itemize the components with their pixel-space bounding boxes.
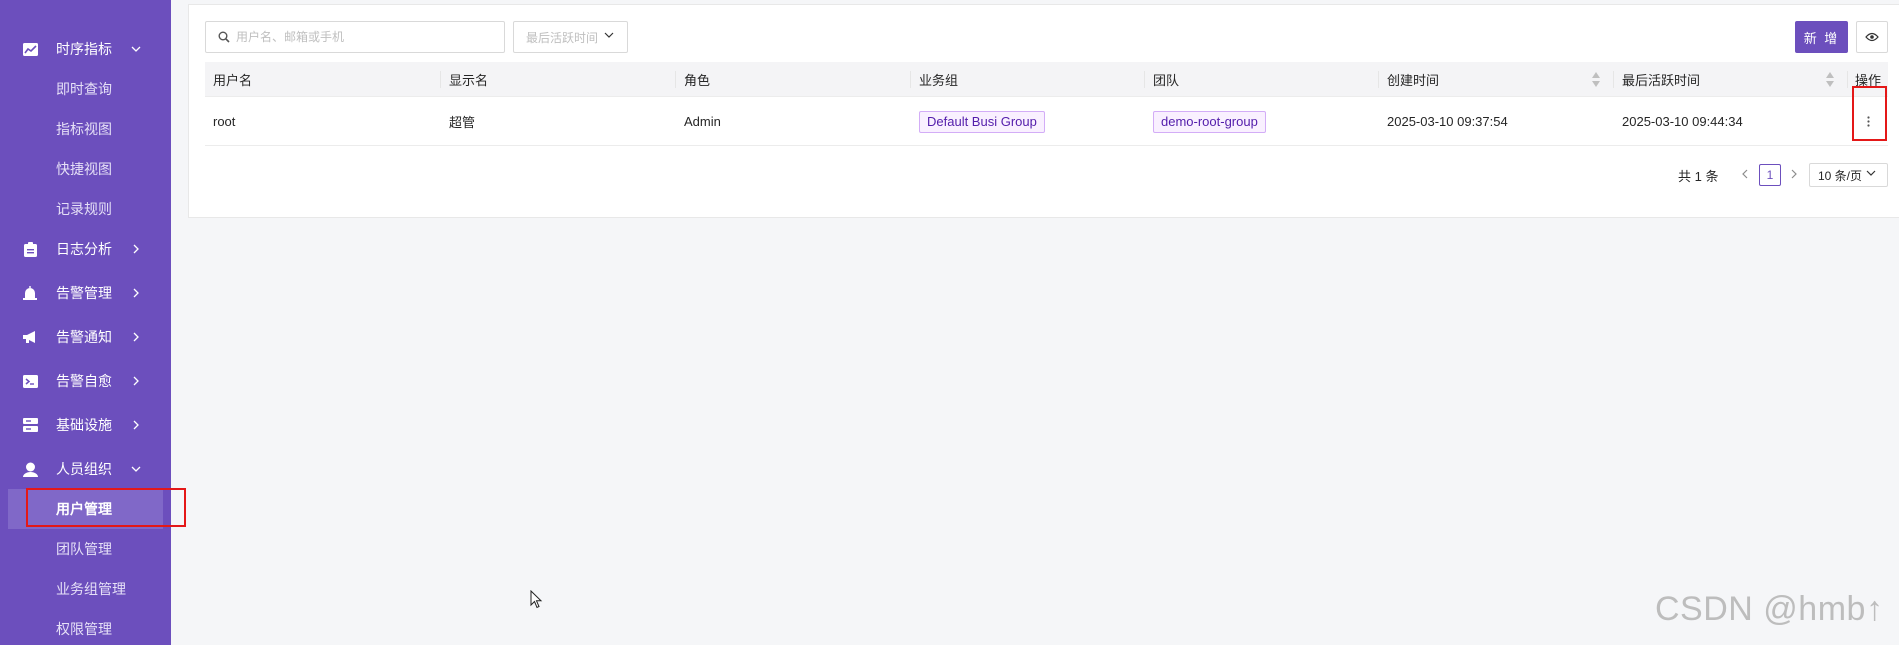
sidebar-subitem-team-management[interactable]: 团队管理 (0, 529, 171, 569)
busi-group-tag: Default Busi Group (919, 110, 1045, 133)
cell-created: 2025-03-10 09:37:54 (1387, 114, 1508, 129)
cell-busi-group: Default Busi Group (911, 97, 1145, 146)
terminal-icon (22, 373, 38, 389)
column-header-last-active[interactable]: 最后活跃时间 (1614, 62, 1848, 97)
column-header-label: 创建时间 (1387, 73, 1440, 88)
alarm-bell-icon (22, 285, 38, 301)
column-header-created[interactable]: 创建时间 (1379, 62, 1614, 97)
sidebar-subitem-quick-view[interactable]: 快捷视图 (0, 149, 171, 189)
column-header-label: 团队 (1153, 73, 1180, 88)
sidebar-subitem-recording-rules[interactable]: 记录规则 (0, 189, 171, 229)
chevron-right-icon (130, 287, 142, 299)
column-header-role: 角色 (676, 62, 911, 97)
column-visibility-button[interactable] (1856, 21, 1888, 53)
sidebar-subitem-metric-view[interactable]: 指标视图 (0, 109, 171, 149)
eye-icon (1865, 32, 1879, 42)
sort-select[interactable]: 最后活跃时间 (513, 21, 628, 53)
sidebar-subitem-label: 快捷视图 (56, 161, 112, 177)
server-icon (22, 417, 38, 433)
pagination-total: 共 1 条 (1678, 169, 1719, 184)
team-tag: demo-root-group (1153, 110, 1266, 133)
column-header-busi-group: 业务组 (911, 62, 1145, 97)
chevron-right-icon (130, 419, 142, 431)
chevron-down-icon (1866, 170, 1876, 180)
cell-display-name: 超管 (449, 115, 476, 130)
cell-username: root (213, 114, 236, 129)
sidebar-item-label: 告警通知 (56, 329, 112, 345)
sidebar-subitem-busi-group-management[interactable]: 业务组管理 (0, 569, 171, 609)
sidebar-subitem-label: 即时查询 (56, 81, 112, 97)
sort-select-value: 最后活跃时间 (526, 30, 599, 45)
sidebar-item-people-org[interactable]: 人员组织 (0, 449, 171, 489)
chevron-down-icon (130, 463, 142, 475)
column-header-label: 用户名 (213, 73, 253, 88)
sidebar-subitem-label: 团队管理 (56, 541, 112, 557)
column-header-username: 用户名 (205, 62, 441, 97)
chart-line-icon (22, 41, 38, 57)
column-header-label: 显示名 (449, 73, 489, 88)
chevron-left-icon (1742, 169, 1748, 179)
watermark: CSDN @hmb↑ (1655, 590, 1884, 628)
megaphone-icon (22, 329, 38, 345)
sort-icon (1826, 72, 1834, 87)
sidebar-item-alert-self-healing[interactable]: 告警自愈 (0, 361, 171, 401)
mouse-cursor-icon (530, 590, 543, 609)
sidebar-item-label: 时序指标 (56, 41, 112, 57)
cell-team: demo-root-group (1145, 97, 1379, 146)
search-icon (218, 31, 230, 43)
add-user-button[interactable]: 新 增 (1795, 21, 1848, 53)
column-header-display-name: 显示名 (441, 62, 676, 97)
page-size-value: 10 条/页 (1818, 168, 1863, 183)
sidebar: 时序指标 即时查询 指标视图 快捷视图 记录规则 日志分析 告警管理 告警通知 … (0, 0, 171, 645)
column-header-label: 最后活跃时间 (1622, 73, 1701, 88)
column-header-label: 角色 (684, 73, 711, 88)
sort-icon (1592, 72, 1600, 87)
search-box[interactable] (205, 21, 505, 53)
sidebar-item-label: 告警自愈 (56, 373, 112, 389)
sidebar-subitem-label: 权限管理 (56, 621, 112, 637)
chevron-down-icon (130, 43, 142, 55)
sidebar-subitem-permission-management[interactable]: 权限管理 (0, 609, 171, 645)
cell-last-active: 2025-03-10 09:44:34 (1622, 114, 1743, 129)
log-file-icon (22, 241, 38, 257)
highlight-box-actions (1852, 86, 1887, 141)
search-input[interactable] (236, 30, 496, 44)
user-icon (22, 461, 38, 477)
sidebar-item-metrics[interactable]: 时序指标 (0, 29, 171, 69)
sidebar-item-alert-management[interactable]: 告警管理 (0, 273, 171, 313)
column-header-team: 团队 (1145, 62, 1379, 97)
sidebar-item-label: 日志分析 (56, 241, 112, 257)
chevron-right-icon (130, 243, 142, 255)
chevron-right-icon (130, 331, 142, 343)
sidebar-item-alert-notification[interactable]: 告警通知 (0, 317, 171, 357)
pagination-prev-button[interactable] (1737, 164, 1753, 184)
sidebar-item-log-analysis[interactable]: 日志分析 (0, 229, 171, 269)
sidebar-item-label: 告警管理 (56, 285, 112, 301)
sidebar-item-label: 人员组织 (56, 461, 112, 477)
table-row: root 超管 Admin Default Busi Group demo-ro… (205, 97, 1888, 146)
sidebar-subitem-instant-query[interactable]: 即时查询 (0, 69, 171, 109)
sidebar-item-infrastructure[interactable]: 基础设施 (0, 405, 171, 445)
cell-role: Admin (684, 114, 721, 129)
pagination-page-button[interactable]: 1 (1759, 164, 1781, 186)
chevron-right-icon (1791, 169, 1797, 179)
sidebar-subitem-label: 业务组管理 (56, 581, 126, 597)
chevron-right-icon (130, 375, 142, 387)
chevron-down-icon (604, 32, 614, 42)
sidebar-subitem-label: 记录规则 (56, 201, 112, 217)
pagination-next-button[interactable] (1786, 164, 1802, 184)
page-size-select[interactable]: 10 条/页 (1809, 163, 1888, 187)
table-header: 用户名 显示名 角色 业务组 团队 创建时间 最后活跃时间 操作 (205, 62, 1888, 97)
column-header-label: 业务组 (919, 73, 959, 88)
highlight-box-sidebar (26, 488, 186, 527)
sidebar-item-label: 基础设施 (56, 417, 112, 433)
sidebar-subitem-label: 指标视图 (56, 121, 112, 137)
